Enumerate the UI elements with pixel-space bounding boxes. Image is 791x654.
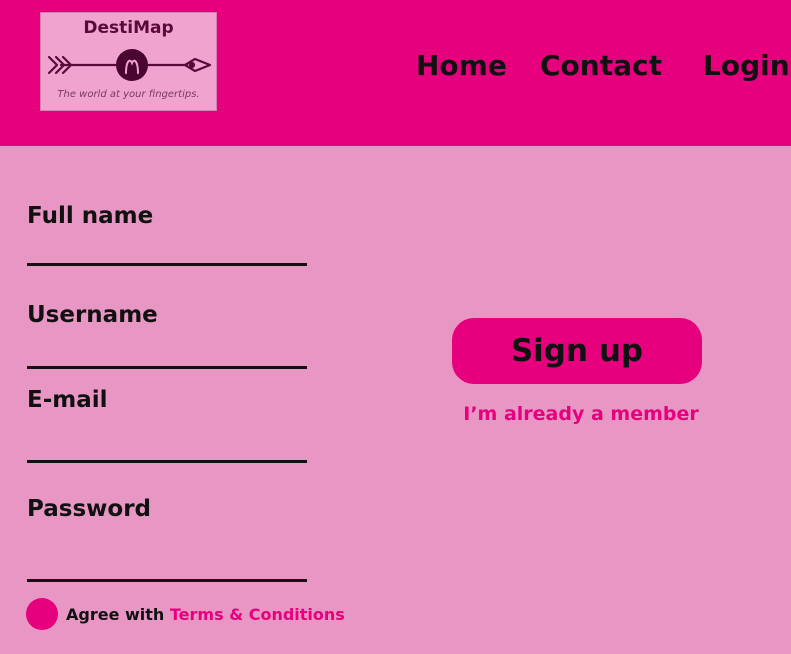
agree-prefix: Agree with xyxy=(66,605,165,624)
logo-tagline: The world at your fingertips. xyxy=(57,89,200,100)
password-field[interactable] xyxy=(27,554,307,582)
password-label: Password xyxy=(27,496,151,522)
nav-home-link[interactable]: Home xyxy=(416,49,507,82)
agree-checkbox[interactable] xyxy=(26,598,58,630)
nav-contact-link[interactable]: Contact xyxy=(540,49,662,82)
already-member-link[interactable]: I’m already a member xyxy=(452,403,710,425)
logo[interactable]: DestiMap The world at your fingertips. xyxy=(40,12,217,111)
username-label: Username xyxy=(27,302,158,328)
signup-button[interactable]: Sign up xyxy=(452,318,702,384)
terms-conditions-link[interactable]: Terms & Conditions xyxy=(170,605,345,624)
logo-title: DestiMap xyxy=(83,18,174,38)
agree-text: Agree with Terms & Conditions xyxy=(66,605,345,624)
full-name-field[interactable] xyxy=(27,238,307,266)
arrow-compass-icon xyxy=(47,49,212,81)
header: DestiMap The world at your fingertips. H… xyxy=(0,0,791,146)
email-label: E-mail xyxy=(27,387,108,413)
nav-login-link[interactable]: Login xyxy=(703,49,790,82)
username-field[interactable] xyxy=(27,341,307,369)
email-field[interactable] xyxy=(27,435,307,463)
full-name-label: Full name xyxy=(27,203,154,229)
